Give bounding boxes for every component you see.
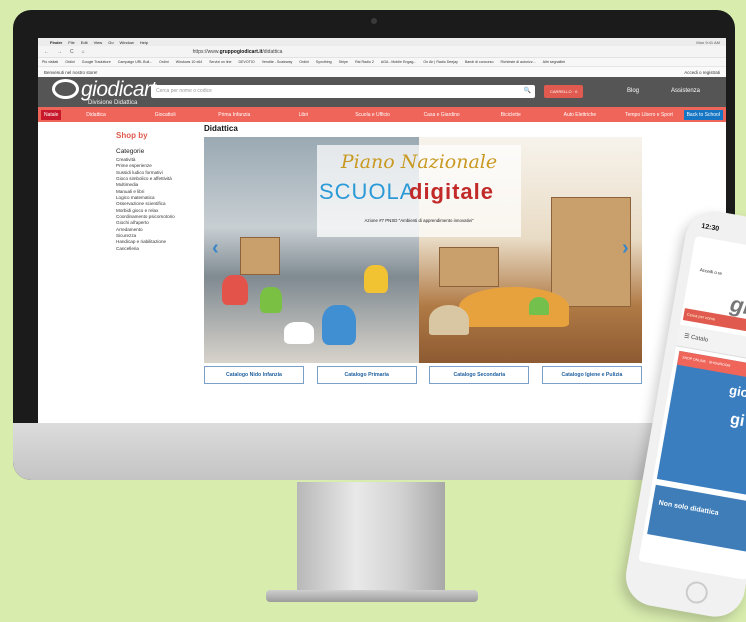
cart-button[interactable]: CARRELLO · 0 [544, 85, 584, 98]
giodicart-logo[interactable]: giodicart Divisione Didattica [52, 79, 156, 106]
macos-menubar: Finder File Edit View Go Window Help Mon… [38, 38, 726, 46]
bookmark[interactable]: Syncthing [316, 60, 332, 64]
banner-scuola: SCUOLA [319, 179, 416, 204]
phone-non-solo-didattica[interactable]: Non solo didattica [647, 484, 746, 553]
menubar-clock: Mon 9:41 AM [696, 39, 720, 45]
bookmark[interactable]: Windows 10 x64 [176, 60, 202, 64]
nav-libri[interactable]: Libri [269, 112, 338, 118]
nav-casa-giardino[interactable]: Casa e Giardino [407, 112, 476, 118]
browser-toolbar: ← → C ⌂ https://www.gruppogiodicart.it/d… [38, 46, 726, 58]
nav-back-to-school[interactable]: Back to School [683, 109, 723, 120]
menubar-go[interactable]: Go [108, 40, 113, 45]
browser-window: Finder File Edit View Go Window Help Mon… [38, 38, 726, 424]
phone-time: 12:30 [700, 222, 720, 233]
hero-banner[interactable]: Piano Nazionale SCUOLA digitale Azione #… [204, 137, 642, 363]
blog-link[interactable]: Blog [627, 88, 639, 94]
nav-natale[interactable]: Natale [41, 109, 62, 120]
page-title: Didattica [204, 124, 238, 133]
camera [371, 18, 377, 24]
menubar-view[interactable]: View [94, 40, 103, 45]
nav-biciclette[interactable]: Biciclette [476, 112, 545, 118]
menubar-edit[interactable]: Edit [81, 40, 88, 45]
bookmark[interactable]: Ordini [159, 60, 169, 64]
bookmark[interactable]: DEVOTIO [239, 60, 255, 64]
bookmark[interactable]: Campaign URL Buil... [118, 60, 152, 64]
nav-prima-infanzia[interactable]: Prima Infanzia [200, 112, 269, 118]
category-nav: Natale Didattica Giocattoli Prima Infanz… [38, 107, 726, 122]
bookmark[interactable]: Richieste di autorizz... [500, 60, 535, 64]
catalog-secondaria-button[interactable]: Catalogo Secondaria [429, 366, 530, 384]
page-content: Shop by Categorie Creatività Prime esper… [38, 122, 726, 422]
imac-stand [297, 482, 445, 594]
phone-home-button[interactable] [683, 579, 710, 606]
nav-tempo-libero[interactable]: Tempo Libero e Sport [614, 112, 683, 118]
bookmark[interactable]: AGA - Mobile Engag... [381, 60, 417, 64]
catalog-buttons: Catalogo Nido Infanzia Catalogo Primaria… [204, 366, 642, 384]
assistenza-link[interactable]: Assistenza [671, 88, 700, 94]
pnsd-banner: Piano Nazionale SCUOLA digitale Azione #… [317, 145, 521, 237]
search-icon[interactable]: 🔍 [524, 87, 531, 94]
welcome-text: Benvenuti nel nostro store! [44, 69, 98, 75]
bookmark[interactable]: Bandi di concorso [465, 60, 494, 64]
catalog-igiene-button[interactable]: Catalogo Igiene e Pulizia [541, 366, 642, 384]
carousel-prev-icon[interactable]: ‹ [212, 237, 219, 260]
imac-frame: Finder File Edit View Go Window Help Mon… [13, 10, 735, 480]
url-field[interactable]: https://www.gruppogiodicart.it/didattica [193, 49, 283, 55]
menubar-help[interactable]: Help [140, 40, 148, 45]
banner-digitale: digitale [409, 179, 495, 204]
bookmark[interactable]: Rai Radio 2 [355, 60, 374, 64]
nav-didattica[interactable]: Didattica [61, 112, 130, 118]
home-icon[interactable]: ⌂ [82, 49, 85, 55]
reload-icon[interactable]: C [70, 49, 74, 55]
search-input[interactable]: Cerca per nome o codice 🔍 [151, 85, 535, 98]
bookmark[interactable]: Vendite - Scaleway [262, 60, 293, 64]
bookmark[interactable]: Google Traduttore [82, 60, 111, 64]
forward-icon[interactable]: → [57, 49, 62, 55]
site-header: giodicart Divisione Didattica Cerca per … [38, 77, 726, 107]
phone-login-link[interactable]: Accedi o re [699, 267, 722, 276]
banner-line1: Piano Nazionale [340, 151, 498, 173]
imac-foot [266, 590, 478, 602]
bookmark[interactable]: On Air | Radio Deejay [423, 60, 458, 64]
bookmark[interactable]: Servizi on line [209, 60, 231, 64]
shop-by-heading: Shop by [116, 131, 148, 140]
bookmark[interactable]: Altri segnalibri [543, 60, 566, 64]
bookmark[interactable]: Ordini [65, 60, 75, 64]
carousel-next-icon[interactable]: › [622, 237, 629, 260]
bookmark[interactable]: Più visitati [42, 60, 58, 64]
category-link[interactable]: Handicap e riabilitazione [116, 239, 175, 245]
nav-scuola-ufficio[interactable]: Scuola e Ufficio [338, 112, 407, 118]
menubar-file[interactable]: File [68, 40, 74, 45]
imac-chin [13, 423, 735, 480]
back-icon[interactable]: ← [44, 49, 49, 55]
bookmark[interactable]: Stripe [339, 60, 348, 64]
welcome-bar: Benvenuti nel nostro store! Accedi o reg… [38, 67, 726, 77]
category-list: Creatività Prime esperienze Sussidi ludi… [116, 157, 175, 252]
catalog-primaria-button[interactable]: Catalogo Primaria [316, 366, 417, 384]
categorie-heading: Categorie [116, 148, 145, 155]
nav-giocattoli[interactable]: Giocattoli [131, 112, 200, 118]
bookmark[interactable]: Ordini [299, 60, 309, 64]
menubar-app[interactable]: Finder [50, 40, 62, 45]
catalog-nido-button[interactable]: Catalogo Nido Infanzia [204, 366, 304, 384]
bookmarks-bar: Più visitati Ordini Google Traduttore Ca… [38, 58, 726, 67]
nav-auto-elettriche[interactable]: Auto Elettriche [545, 112, 614, 118]
banner-azione: Azione #7 PNSD "Ambienti di apprendiment… [364, 218, 474, 223]
phone-promo-card[interactable]: SHOP ONLINE · SHOWROOM giodic gi [656, 350, 746, 498]
category-link[interactable]: Cancelleria [116, 246, 175, 252]
menubar-window[interactable]: Window [120, 40, 134, 45]
login-link[interactable]: Accedi o registrati [684, 70, 720, 75]
